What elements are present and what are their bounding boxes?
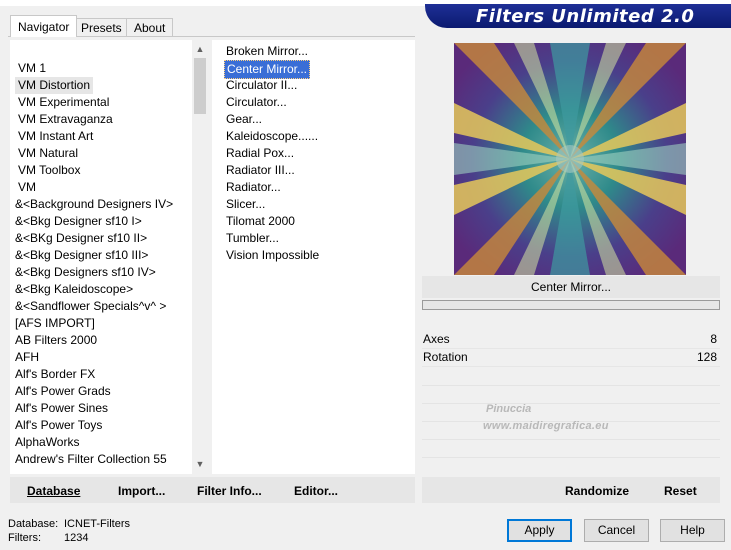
help-button[interactable]: Help [660,519,725,542]
filter-item[interactable]: Gear... [226,111,262,128]
filters-count-value: 1234 [64,532,89,544]
filter-item[interactable]: Radiator III... [226,162,295,179]
filter-item[interactable]: Circulator... [226,94,287,111]
filter-info-button[interactable]: Filter Info... [197,484,262,498]
randomize-button[interactable]: Randomize [565,484,629,498]
list-item[interactable]: &<Bkg Designer sf10 I> [15,213,142,230]
list-item[interactable]: Alf's Power Sines [15,400,108,417]
filter-item[interactable]: Tumbler... [226,230,279,247]
filter-item[interactable]: Vision Impossible [226,247,319,264]
list-item[interactable]: Alf's Border FX [15,366,95,383]
list-item[interactable]: AFH [15,349,39,366]
list-item[interactable]: &<Bkg Designer sf10 III> [15,247,148,264]
filter-item[interactable]: Tilomat 2000 [226,213,295,230]
param-row-axes[interactable]: Axes 8 [422,331,720,349]
list-item[interactable]: Alf's Power Toys [15,417,102,434]
scroll-down-arrow-icon[interactable]: ▼ [192,456,208,472]
list-item[interactable]: AlphaWorks [15,434,79,451]
list-item[interactable]: &<Sandflower Specials^v^ > [15,298,166,315]
filter-item[interactable]: Circulator II... [226,77,297,94]
filters-count-label: Filters: [8,532,41,544]
list-item[interactable]: &<BKg Designer sf10 II> [15,230,147,247]
filter-list[interactable]: Broken Mirror... Center Mirror... Circul… [212,40,415,474]
watermark-url: www.maidiregrafica.eu [483,420,609,432]
import-button[interactable]: Import... [118,484,165,498]
list-item[interactable]: VM Extravaganza [18,111,113,128]
list-item[interactable]: &<Bkg Designers sf10 IV> [15,264,156,281]
param-row-rotation[interactable]: Rotation 128 [422,349,720,367]
filter-item[interactable]: Radiator... [226,179,281,196]
list-item[interactable]: &<Bkg Kaleidoscope> [15,281,133,298]
tab-presets[interactable]: Presets [73,18,130,36]
filter-item[interactable]: Radial Pox... [226,145,294,162]
list-item[interactable]: VM Natural [18,145,78,162]
filter-item[interactable]: Broken Mirror... [226,43,308,60]
watermark-name: Pinuccia [486,403,532,415]
param-value: 8 [710,332,717,346]
list-item[interactable]: VM [18,179,36,196]
list-item[interactable]: [AFS IMPORT] [15,315,95,332]
list-item[interactable]: VM Experimental [18,94,109,111]
scroll-up-arrow-icon[interactable]: ▲ [192,41,208,57]
category-list[interactable]: VM 1 VM Distortion VM Experimental VM Ex… [10,40,208,474]
list-item[interactable]: &<Background Designers IV> [15,196,173,213]
list-item[interactable]: Alf's Power Grads [15,383,111,400]
database-label: Database: [8,518,59,530]
param-empty-row [422,457,720,458]
filter-item[interactable]: Kaleidoscope...... [226,128,318,145]
list-item-selected[interactable]: VM Distortion [15,77,94,94]
param-label: Axes [423,332,450,346]
list-item[interactable]: VM Instant Art [18,128,93,145]
param-empty-row [422,403,720,404]
app-title: Filters Unlimited 2.0 [476,6,695,27]
database-button[interactable]: Database [27,484,80,498]
list-item[interactable]: AB Filters 2000 [15,332,97,349]
cancel-button[interactable]: Cancel [584,519,649,542]
list-item[interactable]: VM 1 [18,60,46,77]
current-filter-name: Center Mirror... [422,276,720,298]
list-item[interactable]: VM Toolbox [18,162,80,179]
tab-about[interactable]: About [126,18,174,36]
param-label: Rotation [423,350,468,364]
param-value: 128 [696,350,717,364]
database-value: ICNET-Filters [64,518,130,530]
preview-image [454,43,686,275]
filter-item[interactable]: Slicer... [226,196,265,213]
scrollbar-thumb[interactable] [194,58,206,114]
list-item[interactable]: Andrew's Filter Collection 55 [15,451,167,468]
preview-progress-bar [422,300,720,310]
param-empty-row [422,439,720,440]
reset-button[interactable]: Reset [664,484,697,498]
param-empty-row [422,385,720,386]
editor-button[interactable]: Editor... [294,484,338,498]
tab-navigator[interactable]: Navigator [10,15,78,37]
apply-button[interactable]: Apply [507,519,572,542]
